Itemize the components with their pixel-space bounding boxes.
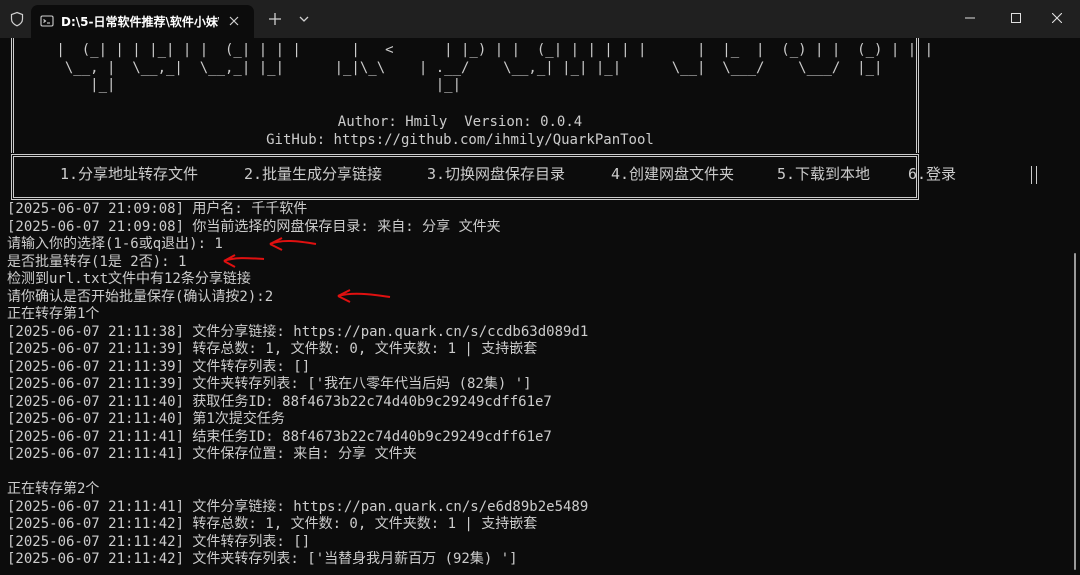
minimize-button[interactable]	[947, 0, 993, 38]
ascii-line: |_| |_|	[48, 77, 462, 93]
log-line: [2025-06-07 21:11:42] 文件夹转存列表: ['当替身我月薪百…	[7, 551, 518, 567]
close-tab-icon[interactable]	[227, 14, 241, 28]
scrollbar-track[interactable]	[1064, 38, 1080, 575]
menu-item-switch-dir: 3.切换网盘保存目录	[427, 165, 566, 183]
tab-title: D:\5-日常软件推荐\软件小妹\Q	[61, 15, 219, 29]
menu-item-create-folder: 4.创建网盘文件夹	[611, 165, 735, 183]
minimize-icon	[965, 17, 975, 19]
log-line: [2025-06-07 21:11:40] 第1次提交任务	[7, 411, 285, 427]
log-line: [2025-06-07 21:11:40] 获取任务ID: 88f4673b22…	[7, 393, 552, 410]
shield-icon[interactable]	[9, 11, 25, 27]
log-line: [2025-06-07 21:11:38] 文件分享链接: https://pa…	[7, 323, 589, 340]
log-line: [2025-06-07 21:11:42] 文件转存列表: []	[7, 533, 311, 550]
scrollbar-thumb[interactable]	[1074, 253, 1076, 570]
annotation-arrow-icon	[223, 254, 265, 268]
close-icon	[1052, 13, 1062, 23]
log-line: [2025-06-07 21:11:39] 转存总数: 1, 文件数: 0, 文…	[7, 341, 538, 357]
new-tab-icon[interactable]	[265, 9, 285, 29]
maximize-icon	[1011, 13, 1021, 23]
chevron-down-icon[interactable]	[294, 9, 314, 29]
log-line: [2025-06-07 21:11:41] 结束任务ID: 88f4673b22…	[7, 428, 552, 445]
ascii-banner: | (_| | | |_| | | (_| | | | | < | |_) | …	[48, 42, 933, 95]
log-line: [2025-06-07 21:11:41] 文件保存位置: 来自: 分享 文件夹	[7, 446, 417, 462]
title-bar: D:\5-日常软件推荐\软件小妹\Q	[0, 0, 1080, 38]
ascii-line: | (_| | | |_| | | (_| | | | | < | |_) | …	[48, 42, 934, 58]
log-line: 正在转存第2个	[7, 481, 100, 497]
log-line: 是否批量转存(1是 2否): 1	[7, 253, 187, 270]
menu-item-download: 5.下载到本地	[777, 165, 871, 183]
menu-item-batch-links: 2.批量生成分享链接	[244, 165, 383, 183]
author-line: Author: Hmily Version: 0.0.4	[337, 114, 583, 130]
log-line: 请输入你的选择(1-6或q退出): 1	[7, 236, 223, 252]
log-line: 请你确认是否开始批量保存(确认请按2):2	[7, 288, 274, 305]
annotation-arrow-icon	[337, 289, 391, 303]
menu-item-share-save: 1.分享地址转存文件	[60, 165, 199, 183]
github-line: GitHub: https://github.com/ihmily/QuarkP…	[266, 132, 654, 148]
log-line: [2025-06-07 21:11:39] 文件转存列表: []	[7, 358, 311, 375]
log-line: [2025-06-07 21:11:41] 文件分享链接: https://pa…	[7, 498, 589, 515]
log-line: 正在转存第1个	[7, 306, 100, 322]
log-line: [2025-06-07 21:09:08] 你当前选择的网盘保存目录: 来自: …	[7, 218, 501, 235]
annotation-arrow-icon	[269, 237, 317, 251]
log-line: [2025-06-07 21:09:08] 用户名: 千千软件	[7, 201, 308, 217]
tab-terminal[interactable]: D:\5-日常软件推荐\软件小妹\Q	[31, 5, 254, 38]
close-button[interactable]	[1034, 0, 1080, 38]
maximize-button[interactable]	[993, 0, 1039, 38]
menu-frame-edge	[1031, 166, 1037, 184]
log-line: [2025-06-07 21:11:39] 文件夹转存列表: ['我在八零年代当…	[7, 376, 532, 392]
menu-item-login: 6.登录	[908, 165, 957, 183]
terminal-icon	[40, 15, 54, 27]
terminal-window: D:\5-日常软件推荐\软件小妹\Q | (_| | | |_| | | (_|…	[0, 0, 1080, 575]
log-line: [2025-06-07 21:11:42] 转存总数: 1, 文件数: 0, 文…	[7, 516, 538, 532]
terminal-output[interactable]: | (_| | | |_| | | (_| | | | | < | |_) | …	[0, 38, 1062, 575]
ascii-line: \__, | \__,_| \__,_| |_| |_|\_\ | .__/ \…	[48, 59, 883, 76]
log-line: 检测到url.txt文件中有12条分享链接	[7, 271, 251, 287]
